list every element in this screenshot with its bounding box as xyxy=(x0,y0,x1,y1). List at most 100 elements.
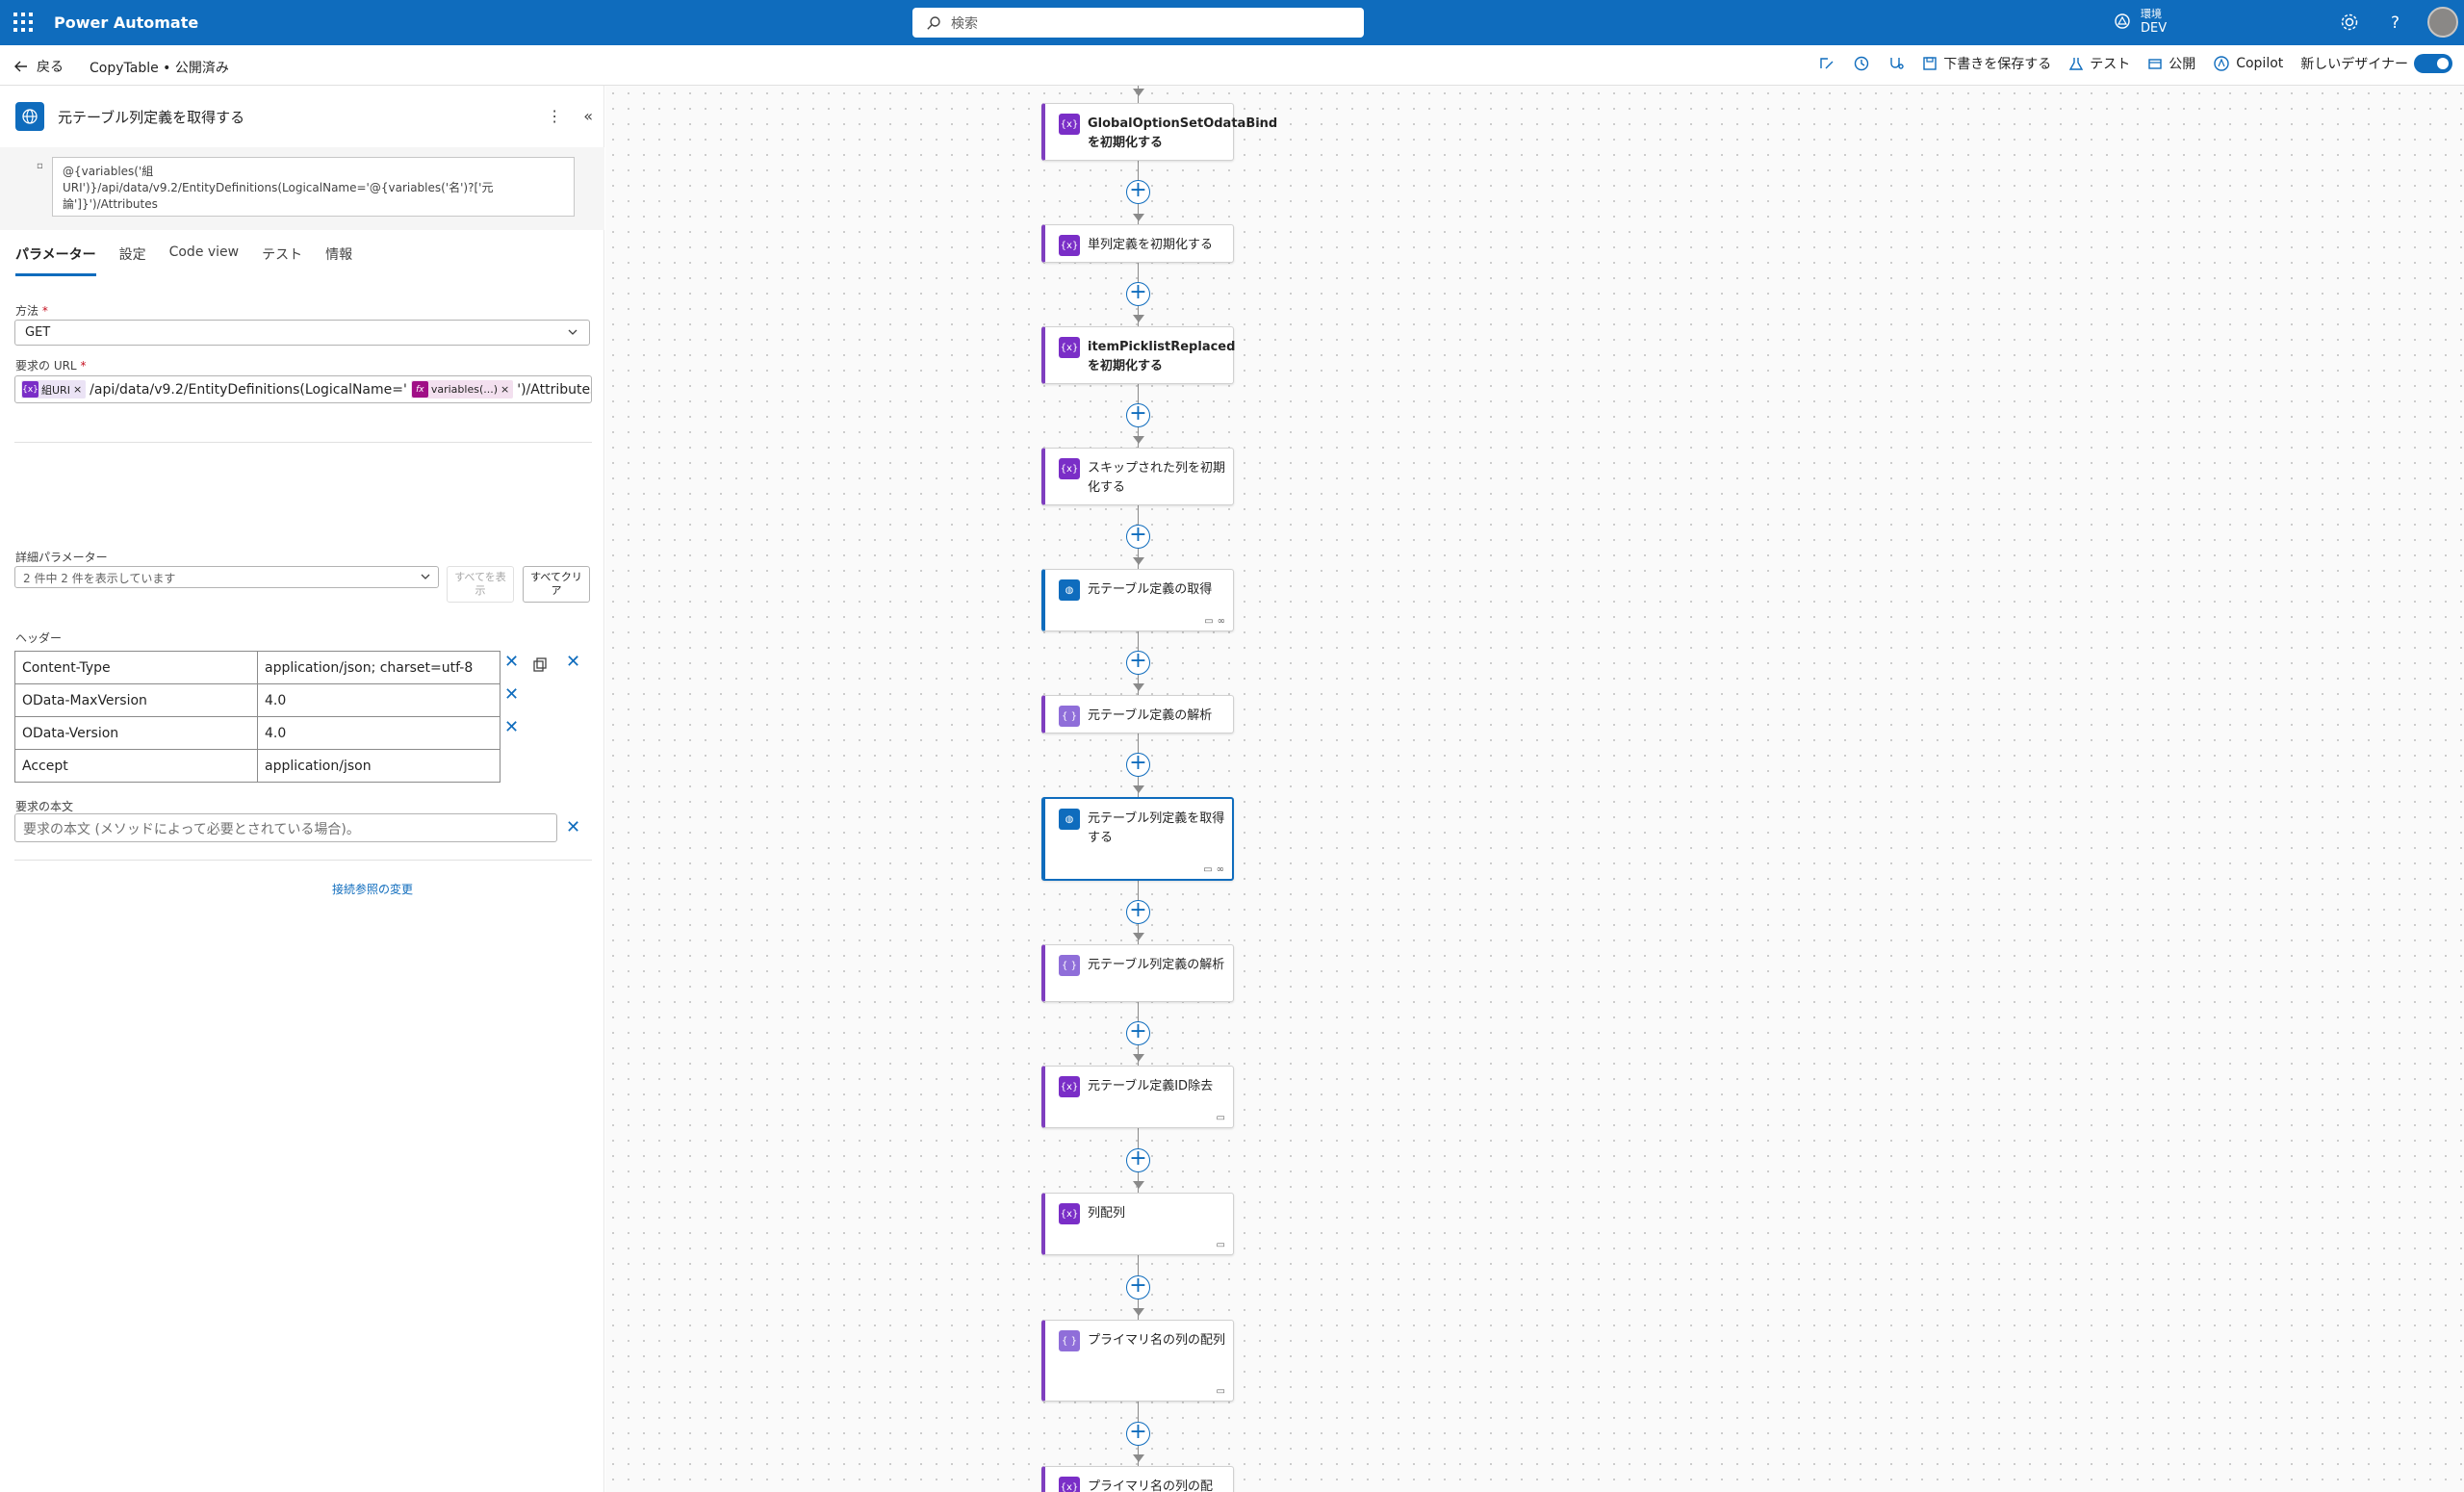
comment-icon[interactable]: ▭ xyxy=(1203,864,1212,875)
switch-to-text-icon[interactable] xyxy=(531,656,549,674)
card-title: itemPicklistReplacedを初期化する xyxy=(1088,340,1236,373)
back-button[interactable]: 戻る xyxy=(13,57,64,76)
copilot-button[interactable]: Copilot xyxy=(2213,55,2283,72)
help-icon[interactable]: ? xyxy=(2385,12,2406,33)
body-label: 要求の本文 xyxy=(15,800,74,813)
header-key-input[interactable]: OData-MaxVersion xyxy=(14,683,258,717)
tab-parameters[interactable]: パラメーター xyxy=(15,244,96,276)
search-input[interactable]: 検索 xyxy=(912,8,1364,38)
flow-card[interactable]: {x} 列配列 ▭ xyxy=(1041,1193,1234,1255)
flow-card[interactable]: {x} GlobalOptionSetOdataBindを初期化する xyxy=(1041,103,1277,161)
variable-icon: {x} xyxy=(1059,114,1080,135)
variable-token[interactable]: {x} 組URI × xyxy=(21,380,87,399)
toggle-switch[interactable] xyxy=(2414,54,2452,73)
header-key-input[interactable]: Content-Type xyxy=(14,651,258,684)
tab-settings[interactable]: 設定 xyxy=(119,244,146,276)
divider xyxy=(14,442,592,443)
flow-card[interactable]: {x} 単列定義を初期化する xyxy=(1041,224,1234,263)
header-value-input[interactable]: application/json xyxy=(257,749,500,783)
add-step-button[interactable]: + xyxy=(1126,525,1150,549)
save-draft-button[interactable]: 下書きを保存する xyxy=(1922,54,2051,73)
back-label: 戻る xyxy=(37,60,64,75)
change-connection-link[interactable]: 接続参照の変更 xyxy=(332,881,413,897)
comment-icon[interactable]: ▭ xyxy=(1217,1113,1225,1123)
comment-icon[interactable]: ▭ xyxy=(1217,1386,1225,1397)
flow-card-selected[interactable]: ◍ 元テーブル列定義を取得する ▭ ∞ xyxy=(1041,797,1234,881)
show-all-button[interactable]: すべてを表示 xyxy=(447,566,514,603)
headers-label: ヘッダー xyxy=(15,631,63,645)
add-step-button[interactable]: + xyxy=(1126,1148,1150,1172)
panel-title[interactable]: 元テーブル列定義を取得する xyxy=(58,107,244,127)
add-step-button[interactable]: + xyxy=(1126,1275,1150,1299)
test-button[interactable]: テスト xyxy=(2068,54,2130,73)
collapse-panel-icon[interactable]: « xyxy=(583,107,593,125)
flow-card[interactable]: ◍ 元テーブル定義の取得 ▭ ∞ xyxy=(1041,569,1234,631)
diagnostics-icon[interactable] xyxy=(1887,55,1905,72)
tab-test[interactable]: テスト xyxy=(262,244,302,276)
connector-arrow xyxy=(1133,214,1144,221)
clear-body-icon[interactable]: ✕ xyxy=(566,817,580,837)
url-input[interactable]: {x} 組URI × /api/data/v9.2/EntityDefinitio… xyxy=(14,375,592,403)
header-value-input[interactable]: application/json; charset=utf-8 xyxy=(257,651,500,684)
tab-code-view[interactable]: Code view xyxy=(169,244,240,276)
add-step-button[interactable]: + xyxy=(1126,180,1150,204)
variable-icon: {x} xyxy=(1059,1076,1080,1097)
delete-row-icon[interactable]: ✕ xyxy=(504,652,519,672)
request-body-input[interactable]: 要求の本文 (メソッドによって必要とされている場合)。 xyxy=(14,813,557,842)
flow-card[interactable]: { } プライマリ名の列の配列 ▭ xyxy=(1041,1320,1234,1402)
comment-icon[interactable]: ▭ xyxy=(1204,616,1213,627)
new-designer-toggle[interactable]: 新しいデザイナー xyxy=(2300,54,2452,73)
header-value-input[interactable]: 4.0 xyxy=(257,716,500,750)
flow-card[interactable]: {x} スキップされた列を初期化する xyxy=(1041,448,1234,505)
flow-card[interactable]: { } 元テーブル定義の解析 xyxy=(1041,695,1234,733)
method-select[interactable]: GET xyxy=(14,320,590,346)
settings-gear-icon[interactable] xyxy=(2339,12,2360,33)
flow-card[interactable]: {x} itemPicklistReplacedを初期化する xyxy=(1041,326,1236,384)
add-step-button[interactable]: + xyxy=(1126,1021,1150,1045)
tab-info[interactable]: 情報 xyxy=(325,244,352,276)
publish-button[interactable]: 公開 xyxy=(2147,54,2195,73)
connector-arrow xyxy=(1133,1308,1144,1316)
environment-picker[interactable]: 環境 DEV xyxy=(2114,7,2167,36)
link-icon[interactable]: ∞ xyxy=(1218,616,1225,627)
flow-checker-icon[interactable] xyxy=(1818,55,1835,72)
http-globe-icon: ◍ xyxy=(1059,579,1080,601)
expression-token[interactable]: fx variables(...) × xyxy=(410,380,514,399)
header-key-input[interactable]: Accept xyxy=(14,749,258,783)
variable-icon: {x} xyxy=(1059,337,1080,358)
flow-card[interactable]: { } 元テーブル列定義の解析 xyxy=(1041,944,1234,1002)
comment-icon[interactable]: ▭ xyxy=(1217,1240,1225,1250)
save-draft-label: 下書きを保存する xyxy=(1943,57,2052,72)
flow-canvas[interactable] xyxy=(605,86,2464,1492)
app-title[interactable]: Power Automate xyxy=(54,13,198,32)
flow-card[interactable]: {x} 元テーブル定義ID除去 ▭ xyxy=(1041,1066,1234,1128)
divider xyxy=(14,860,592,861)
add-step-button[interactable]: + xyxy=(1126,282,1150,306)
add-step-button[interactable]: + xyxy=(1126,1422,1150,1446)
link-icon[interactable]: ∞ xyxy=(1217,864,1224,875)
more-options-icon[interactable]: ⋮ xyxy=(547,107,562,125)
header-value-input[interactable]: 4.0 xyxy=(257,683,500,717)
advanced-parameters-select[interactable]: 2 件中 2 件を表示しています xyxy=(14,566,439,588)
svg-text:?: ? xyxy=(2391,13,2400,33)
url-text-part2: ')/Attributes xyxy=(517,381,592,398)
app-launcher-icon[interactable] xyxy=(13,13,33,32)
chevron-down-icon xyxy=(568,329,578,335)
user-avatar[interactable] xyxy=(2427,7,2458,38)
header-key-input[interactable]: OData-Version xyxy=(14,716,258,750)
delete-row-icon[interactable]: ✕ xyxy=(504,684,519,705)
delete-row-icon[interactable]: ✕ xyxy=(504,717,519,737)
add-step-button[interactable]: + xyxy=(1126,900,1150,924)
version-history-icon[interactable] xyxy=(1853,55,1870,72)
action-note[interactable]: @{variables('組URI')}/api/data/v9.2/Entit… xyxy=(52,157,575,217)
command-bar: 戻る CopyTable • 公開済み 下書きを保存する テスト 公開 Copi… xyxy=(0,45,2464,86)
add-step-button[interactable]: + xyxy=(1126,403,1150,427)
url-label: 要求の URL * xyxy=(15,359,87,373)
flow-card[interactable]: {x} プライマリ名の列の配 xyxy=(1041,1466,1234,1492)
clear-headers-icon[interactable]: ✕ xyxy=(566,652,580,672)
add-step-button[interactable]: + xyxy=(1126,651,1150,675)
back-arrow-icon xyxy=(14,61,27,72)
clear-all-button[interactable]: すべてクリア xyxy=(523,566,590,603)
add-step-button[interactable]: + xyxy=(1126,753,1150,777)
connector-arrow xyxy=(1133,683,1144,691)
